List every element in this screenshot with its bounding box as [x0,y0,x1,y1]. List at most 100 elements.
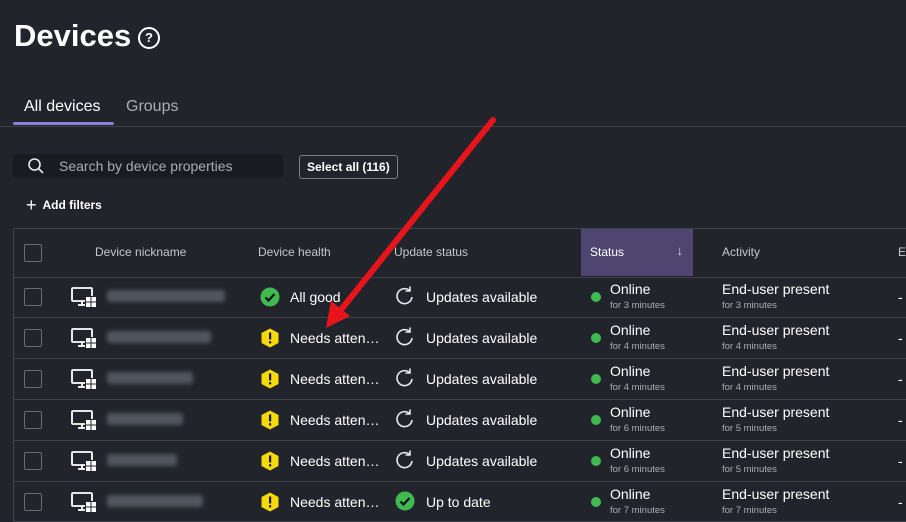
windows-device-icon [71,492,97,513]
add-filters-button[interactable]: + Add filters [26,195,102,215]
activity-duration: for 4 minutes [722,341,777,352]
row-checkbox[interactable] [24,411,42,429]
up-to-date-check-icon [395,491,415,511]
extra-column-value: - [898,494,903,510]
extra-column-value: - [898,453,903,469]
table-row[interactable]: All good Updates available Online for 3 min… [14,277,906,318]
warning-hexagon-icon [261,451,279,471]
help-circle-icon[interactable]: ? [138,27,160,49]
status-text: Online [610,363,651,379]
check-circle-icon [260,287,280,307]
plus-icon: + [26,195,37,215]
table-row[interactable]: Needs atten… Updates available Online for 4… [14,318,906,359]
activity-text: End-user present [722,363,830,379]
table-header: Device nickname Device health Update sta… [14,229,906,278]
activity-text: End-user present [722,445,830,461]
column-header-status[interactable]: Status ↓ [581,229,693,276]
column-header-nickname[interactable]: Device nickname [95,245,186,259]
extra-column-value: - [898,330,903,346]
status-duration: for 6 minutes [610,423,665,434]
status-duration: for 3 minutes [610,300,665,311]
search-icon [28,158,44,174]
warning-hexagon-icon [261,369,279,389]
device-health-text: Needs atten… [290,453,380,469]
windows-device-icon [71,369,97,390]
refresh-icon [396,327,413,346]
activity-text: End-user present [722,486,830,502]
device-nickname-redacted[interactable] [107,331,211,343]
update-status-text: Up to date [426,494,491,510]
extra-column-value: - [898,412,903,428]
device-nickname-redacted[interactable] [107,413,183,425]
update-status-text: Updates available [426,289,538,305]
row-checkbox[interactable] [24,329,42,347]
windows-device-icon [71,410,97,431]
online-status-dot [591,374,601,384]
table-row[interactable]: Needs atten… Updates available Online for 4… [14,359,906,400]
row-checkbox[interactable] [24,493,42,511]
row-checkbox[interactable] [24,452,42,470]
status-text: Online [610,322,651,338]
device-nickname-redacted[interactable] [107,290,225,302]
status-text: Online [610,486,651,502]
table-row[interactable]: Needs atten… Updates available Online for 6… [14,400,906,441]
windows-device-icon [71,451,97,472]
extra-column-value: - [898,289,903,305]
update-status-text: Updates available [426,412,538,428]
column-header-update[interactable]: Update status [394,245,468,259]
activity-duration: for 5 minutes [722,423,777,434]
search-input[interactable] [59,154,274,178]
table-row[interactable]: Needs atten… Updates available Online for 6… [14,441,906,482]
online-status-dot [591,415,601,425]
device-health-text: All good [290,289,341,305]
update-status-text: Updates available [426,371,538,387]
activity-text: End-user present [722,322,830,338]
column-header-activity[interactable]: Activity [722,245,760,259]
device-nickname-redacted[interactable] [107,495,203,507]
extra-column-value: - [898,371,903,387]
status-text: Online [610,404,651,420]
activity-text: End-user present [722,281,830,297]
device-health-text: Needs atten… [290,371,380,387]
windows-device-icon [71,287,97,308]
sort-descending-icon: ↓ [676,243,684,258]
update-status-text: Updates available [426,453,538,469]
activity-text: End-user present [722,404,830,420]
refresh-icon [396,286,413,305]
page-title: Devices [14,18,132,53]
windows-device-icon [71,328,97,349]
refresh-icon [396,450,413,469]
online-status-dot [591,333,601,343]
device-health-text: Needs atten… [290,330,380,346]
warning-hexagon-icon [261,328,279,348]
activity-duration: for 3 minutes [722,300,777,311]
status-duration: for 7 minutes [610,505,665,516]
refresh-icon [396,409,413,428]
tab-bar: All devices Groups [0,92,906,127]
warning-hexagon-icon [261,410,279,430]
tab-groups[interactable]: Groups [126,98,178,116]
column-header-extra[interactable]: E [898,245,906,259]
device-nickname-redacted[interactable] [107,454,177,466]
tab-all-devices[interactable]: All devices [24,98,100,116]
search-box[interactable] [13,154,283,178]
column-header-health[interactable]: Device health [258,245,331,259]
refresh-icon [396,368,413,387]
row-checkbox[interactable] [24,370,42,388]
device-health-text: Needs atten… [290,494,380,510]
status-duration: for 6 minutes [610,464,665,475]
update-status-text: Updates available [426,330,538,346]
active-tab-indicator [13,122,114,125]
status-duration: for 4 minutes [610,341,665,352]
online-status-dot [591,497,601,507]
table-row[interactable]: Needs atten… Up to date Online for 7 minute… [14,482,906,521]
online-status-dot [591,292,601,302]
status-duration: for 4 minutes [610,382,665,393]
select-all-button[interactable]: Select all (116) [299,155,398,179]
warning-hexagon-icon [261,492,279,512]
activity-duration: for 5 minutes [722,464,777,475]
add-filters-label: Add filters [42,198,102,212]
select-all-checkbox[interactable] [24,244,42,262]
row-checkbox[interactable] [24,288,42,306]
device-nickname-redacted[interactable] [107,372,193,384]
